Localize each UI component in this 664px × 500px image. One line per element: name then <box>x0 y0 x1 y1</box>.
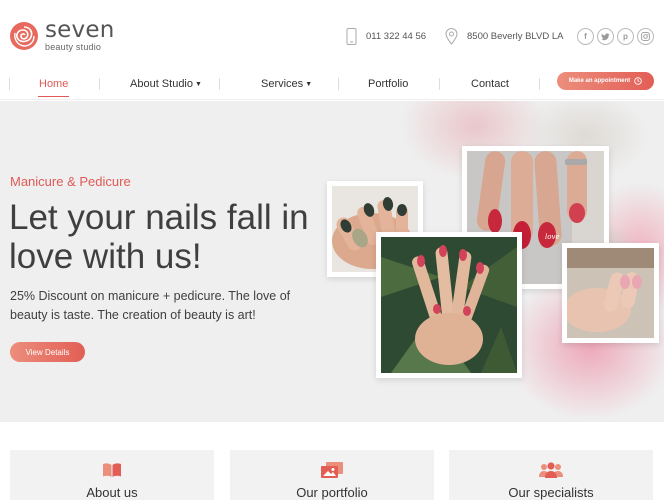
nav-item-home[interactable]: Home <box>37 76 70 97</box>
nav-divider <box>219 78 220 90</box>
address-contact[interactable]: 8500 Beverly BLVD LA <box>445 28 563 45</box>
pinterest-icon[interactable]: p <box>617 28 634 45</box>
nav-item-contact[interactable]: Contact <box>471 76 509 92</box>
nav-divider <box>99 78 100 90</box>
brand-tagline: beauty studio <box>45 42 102 52</box>
phone-number: 011 322 44 56 <box>366 31 427 42</box>
svg-text:love: love <box>545 233 560 241</box>
chevron-down-icon: ▼ <box>305 81 313 88</box>
people-icon <box>539 462 563 478</box>
hero-headline: Let your nails fall in love with us! <box>9 198 309 276</box>
feature-title: Our specialists <box>508 485 594 500</box>
chevron-down-icon: ▼ <box>195 81 202 88</box>
nail-photo-hands <box>376 232 522 378</box>
view-details-button[interactable]: View Details <box>10 342 85 362</box>
brand-logo[interactable]: seven beauty studio <box>9 17 115 52</box>
hand-image <box>567 248 654 338</box>
nav-item-portfolio[interactable]: Portfolio <box>368 76 408 92</box>
facebook-icon[interactable]: f <box>577 28 594 45</box>
site-header: seven beauty studio 011 322 44 56 8500 B… <box>0 0 664 70</box>
clock-icon <box>634 77 642 85</box>
nail-photo-pink <box>562 243 659 343</box>
make-appointment-button[interactable]: Make an appointment <box>557 72 654 90</box>
nav-item-about-studio[interactable]: About Studio ▼ <box>130 76 202 92</box>
hand-image <box>381 237 517 373</box>
hero-subtext: 25% Discount on manicure + pedicure. The… <box>10 289 291 322</box>
phone-contact[interactable]: 011 322 44 56 <box>346 28 426 45</box>
nav-divider <box>9 78 10 90</box>
hero-kicker: Manicure & Pedicure <box>10 174 131 189</box>
map-pin-icon <box>445 28 458 45</box>
hero-banner: Manicure & Pedicure Let your nails fall … <box>0 101 664 422</box>
book-icon <box>103 463 121 477</box>
social-links: f p <box>577 28 654 45</box>
gallery-icon <box>321 462 343 478</box>
feature-card-about[interactable]: About us <box>10 450 214 500</box>
address-text: 8500 Beverly BLVD LA <box>467 31 564 42</box>
nav-divider <box>439 78 440 90</box>
nav-divider <box>539 78 540 90</box>
nav-item-services[interactable]: Services ▼ <box>261 76 312 92</box>
feature-title: About us <box>86 485 138 500</box>
instagram-icon[interactable] <box>637 28 654 45</box>
feature-title: Our portfolio <box>296 485 368 500</box>
feature-card-specialists[interactable]: Our specialists <box>449 450 653 500</box>
twitter-icon[interactable] <box>597 28 614 45</box>
feature-card-portfolio[interactable]: Our portfolio <box>230 450 434 500</box>
phone-icon <box>346 28 357 45</box>
brand-name: seven <box>45 17 115 43</box>
nav-divider <box>338 78 339 90</box>
rose-logo-icon <box>10 22 38 50</box>
